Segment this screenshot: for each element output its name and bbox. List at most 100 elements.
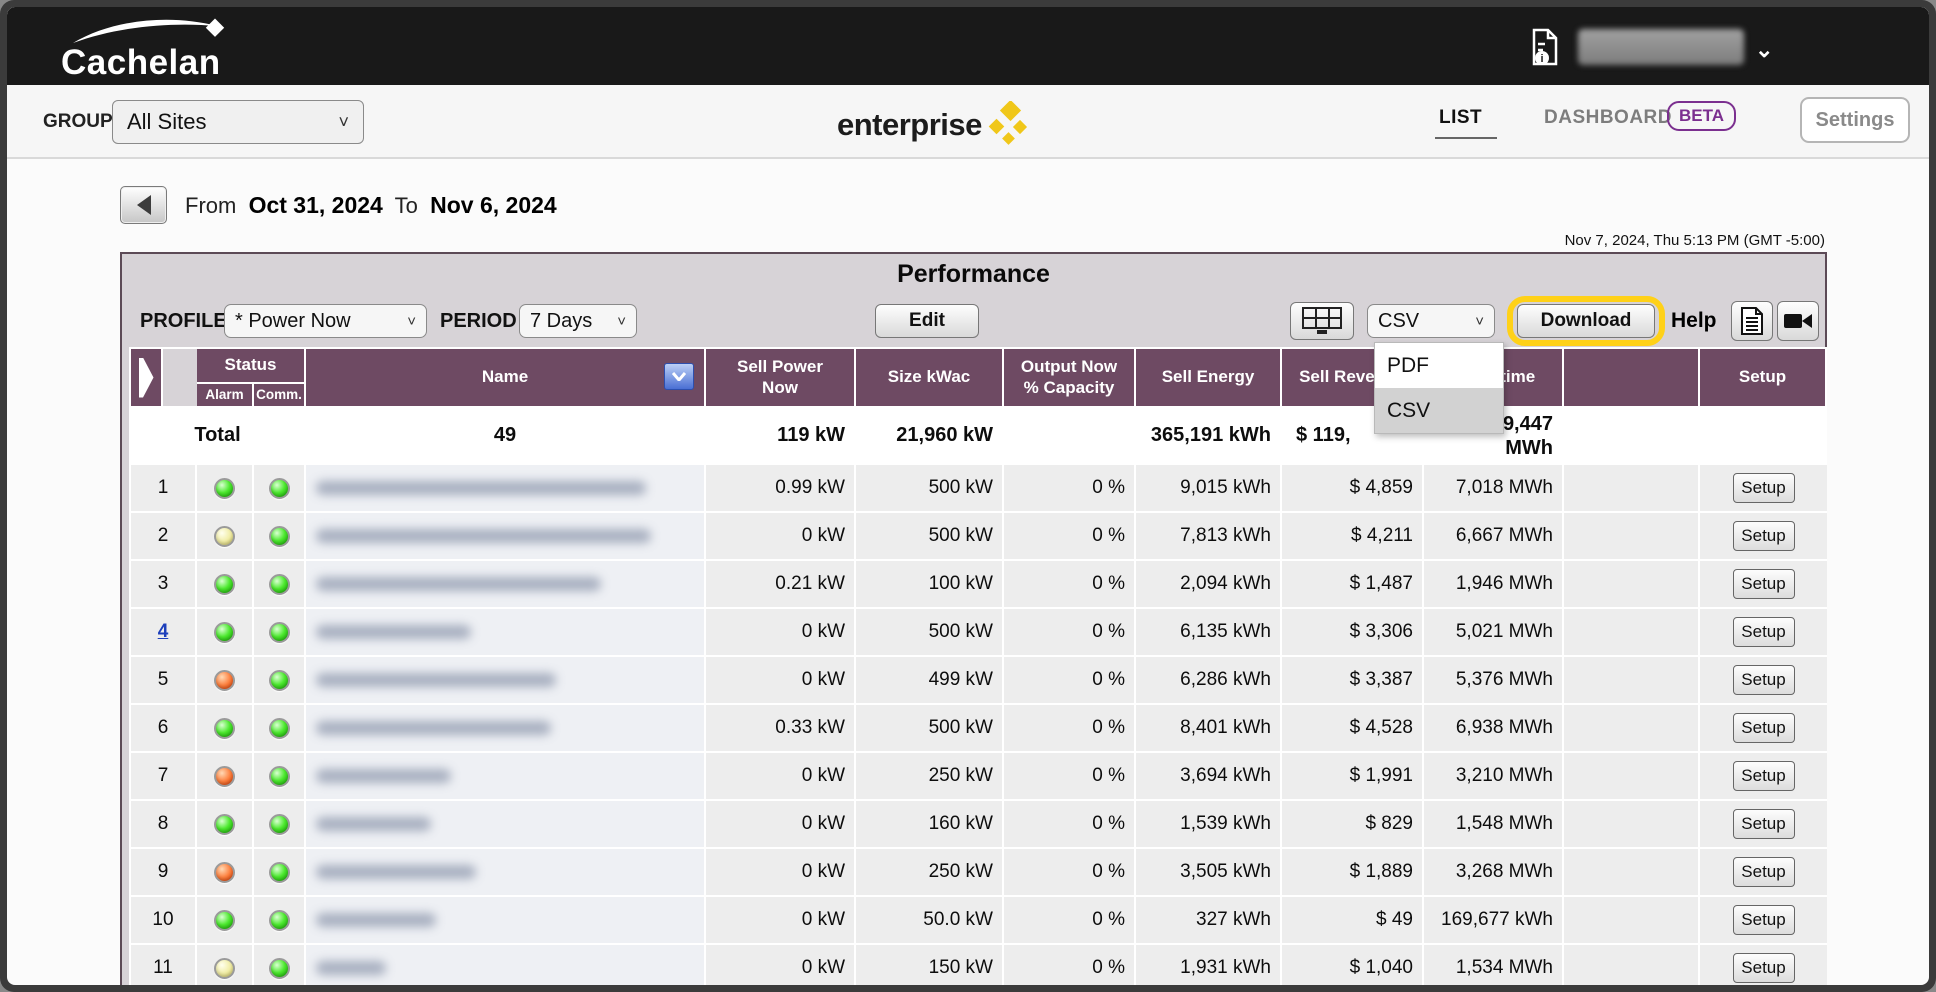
setup-button[interactable]: Setup (1733, 473, 1795, 503)
format-select[interactable]: CSV ˅ (1367, 304, 1495, 338)
video-camera-icon (1783, 311, 1813, 331)
comm-light (269, 526, 290, 547)
site-name-cell[interactable] (306, 513, 704, 559)
row-number-cell[interactable]: 8 (131, 801, 195, 847)
chevron-down-icon: ˅ (617, 313, 626, 330)
sell-revenue-cell: $ 1,040 (1282, 945, 1422, 985)
profile-select[interactable]: * Power Now ˅ (224, 304, 427, 338)
setup-button[interactable]: Setup (1733, 713, 1795, 743)
group-select[interactable]: All Sites ˅ (112, 100, 364, 144)
output-cell: 0 % (1004, 465, 1134, 511)
row-number[interactable]: 4 (158, 621, 169, 643)
menu-item-pdf[interactable]: PDF (1375, 343, 1503, 388)
previous-period-button[interactable] (120, 186, 167, 224)
size-cell: 500 kW (856, 513, 1002, 559)
row-number[interactable]: 5 (158, 669, 169, 691)
help-document-button[interactable] (1731, 301, 1773, 341)
site-name-cell[interactable] (306, 561, 704, 607)
alarm-light (214, 622, 235, 643)
row-number[interactable]: 6 (158, 717, 169, 739)
size-cell: 100 kW (856, 561, 1002, 607)
site-name-cell[interactable] (306, 897, 704, 943)
setup-button[interactable]: Setup (1733, 665, 1795, 695)
setup-button[interactable]: Setup (1733, 857, 1795, 887)
grid-view-button[interactable] (1290, 302, 1354, 340)
row-number[interactable]: 9 (158, 861, 169, 883)
period-select[interactable]: 7 Days ˅ (519, 304, 637, 338)
row-number[interactable]: 10 (152, 909, 173, 931)
account-name-redacted[interactable] (1578, 29, 1744, 65)
alarm-status-cell (197, 561, 252, 607)
setup-button[interactable]: Setup (1733, 617, 1795, 647)
row-number-cell[interactable]: 4 (131, 609, 195, 655)
comm-light (269, 718, 290, 739)
edit-button[interactable]: Edit (875, 304, 979, 338)
site-name-redacted (316, 721, 551, 735)
row-number[interactable]: 11 (153, 957, 173, 979)
table-row: 9 0 kW 250 kW 0 % 3,505 kWh $ 1,889 3,26… (131, 849, 1827, 895)
empty-cell (1564, 513, 1698, 559)
report-info-icon[interactable]: i (1528, 27, 1562, 67)
header-size-kwac: Size kWac (856, 349, 1002, 406)
setup-button[interactable]: Setup (1733, 569, 1795, 599)
site-name-cell[interactable] (306, 609, 704, 655)
settings-button[interactable]: Settings (1800, 97, 1910, 143)
row-number-cell[interactable]: 1 (131, 465, 195, 511)
row-number[interactable]: 1 (158, 477, 169, 499)
account-chevron-down-icon[interactable]: ⌄ (1755, 37, 1773, 63)
row-number-cell[interactable]: 7 (131, 753, 195, 799)
help-video-button[interactable] (1777, 301, 1819, 341)
tab-dashboard[interactable]: DASHBOARD (1544, 107, 1672, 129)
site-name-cell[interactable] (306, 465, 704, 511)
sell-power-cell: 0 kW (706, 897, 854, 943)
menu-item-csv[interactable]: CSV (1375, 388, 1503, 433)
row-number[interactable]: 2 (158, 525, 169, 547)
row-number-cell[interactable]: 9 (131, 849, 195, 895)
download-button[interactable]: Download (1517, 304, 1655, 338)
output-cell: 0 % (1004, 705, 1134, 751)
sell-revenue-cell: $ 49 (1282, 897, 1422, 943)
alarm-light (214, 910, 235, 931)
row-number-cell[interactable]: 6 (131, 705, 195, 751)
site-name-cell[interactable] (306, 657, 704, 703)
comm-light (269, 910, 290, 931)
empty-cell (1564, 465, 1698, 511)
enterprise-brand: enterprise (837, 101, 1032, 149)
setup-cell: Setup (1700, 705, 1827, 751)
from-date: Oct 31, 2024 (249, 192, 383, 218)
site-name-cell[interactable] (306, 753, 704, 799)
row-number-cell[interactable]: 3 (131, 561, 195, 607)
setup-button[interactable]: Setup (1733, 809, 1795, 839)
sell-energy-cell: 3,505 kWh (1136, 849, 1280, 895)
row-number-cell[interactable]: 11 (131, 945, 195, 985)
setup-button[interactable]: Setup (1733, 905, 1795, 935)
sell-power-cell: 0 kW (706, 801, 854, 847)
site-name-cell[interactable] (306, 705, 704, 751)
site-name-cell[interactable] (306, 849, 704, 895)
row-number[interactable]: 3 (158, 573, 169, 595)
setup-button[interactable]: Setup (1733, 953, 1795, 983)
row-number[interactable]: 8 (158, 813, 169, 835)
format-select-value: CSV (1378, 310, 1419, 333)
row-number-cell[interactable]: 5 (131, 657, 195, 703)
setup-cell: Setup (1700, 801, 1827, 847)
site-name-redacted (316, 481, 646, 495)
row-number-cell[interactable]: 10 (131, 897, 195, 943)
setup-button[interactable]: Setup (1733, 761, 1795, 791)
period-select-value: 7 Days (530, 310, 592, 333)
tab-list[interactable]: LIST (1439, 107, 1482, 129)
site-name-cell[interactable] (306, 801, 704, 847)
lifetime-cell: 6,667 MWh (1424, 513, 1562, 559)
cachelan-logo[interactable]: Cachelan (55, 17, 275, 79)
comm-light (269, 574, 290, 595)
sell-revenue-cell: $ 3,387 (1282, 657, 1422, 703)
setup-cell: Setup (1700, 561, 1827, 607)
row-number[interactable]: 7 (158, 765, 169, 787)
sort-chevron-down-icon (672, 372, 686, 381)
name-sort-button[interactable] (664, 363, 694, 390)
empty-cell (1564, 849, 1698, 895)
setup-button[interactable]: Setup (1733, 521, 1795, 551)
row-number-cell[interactable]: 2 (131, 513, 195, 559)
table-header-arrow-cell[interactable] (131, 349, 161, 406)
site-name-cell[interactable] (306, 945, 704, 985)
